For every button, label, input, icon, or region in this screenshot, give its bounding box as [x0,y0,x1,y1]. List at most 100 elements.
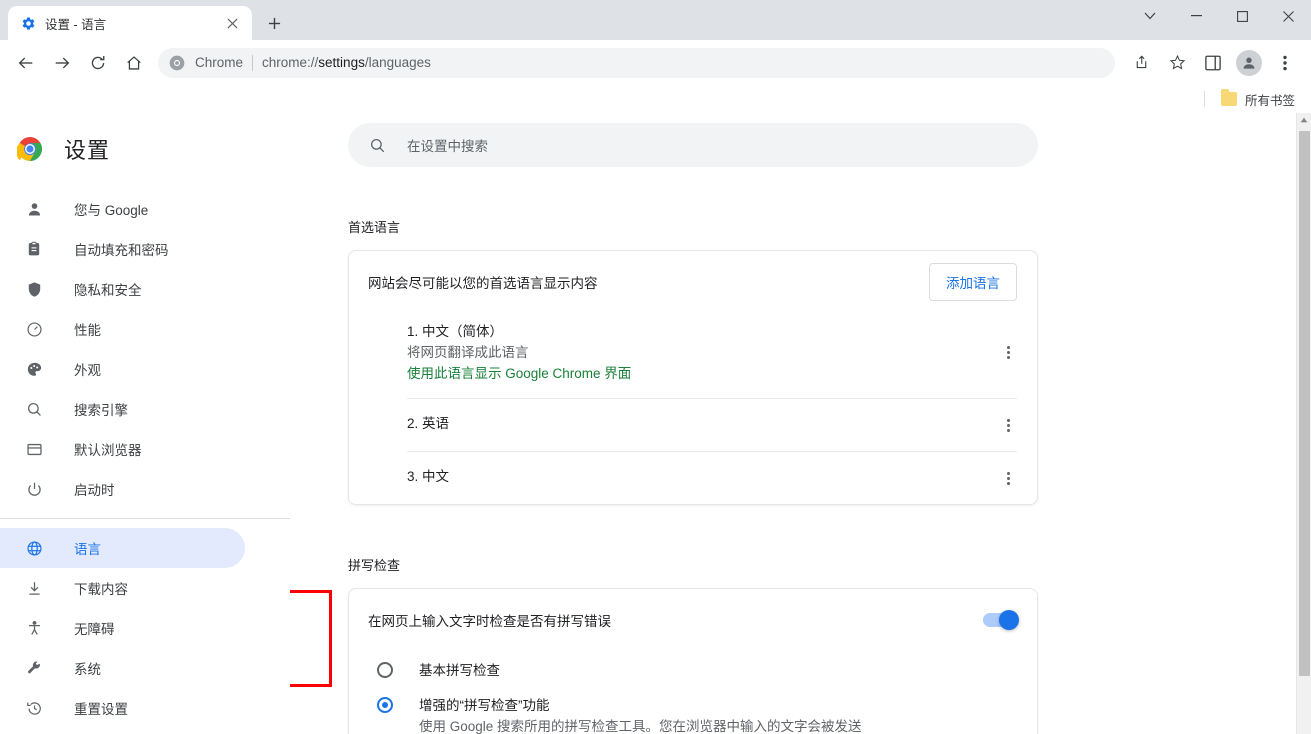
bookmarks-bar: 所有书签 [0,85,1311,113]
sidebar-item-label: 隐私和安全 [74,283,142,298]
search-icon [367,135,387,155]
restore-icon [24,698,44,718]
star-icon[interactable] [1161,47,1193,79]
spellcheck-toggle-label: 在网页上输入文字时检查是否有拼写错误 [368,614,611,629]
three-dot-menu-icon[interactable] [996,413,1020,437]
shield-icon [24,279,44,299]
list-item[interactable]: 1. 中文（简体） 将网页翻译成此语言 使用此语言显示 Google Chrom… [407,313,1017,398]
search-placeholder: 在设置中搜索 [407,139,488,154]
scrollbar-thumb[interactable] [1299,131,1310,676]
language-info: 1. 中文（简体） 将网页翻译成此语言 使用此语言显示 Google Chrom… [407,321,996,384]
forward-icon[interactable] [46,47,78,79]
sidebar-item-label: 您与 Google [74,203,149,218]
settings-brand: 设置 [0,121,290,177]
tab-title: 设置 - 语言 [45,17,107,32]
avatar[interactable] [1233,47,1265,79]
sidebar-item-label: 无障碍 [74,622,115,637]
sidebar-item-downloads[interactable]: 下载内容 [0,568,245,608]
sidebar-item-label: 重置设置 [74,702,128,717]
bookmarks-separator [1203,91,1205,107]
three-dot-menu-icon[interactable] [1269,47,1301,79]
address-bar[interactable]: Chrome chrome://settings/languages [158,47,1115,78]
language-name: 2. 英语 [407,416,450,431]
settings-gear-icon [20,15,36,31]
three-dot-menu-icon[interactable] [996,466,1020,490]
radio-button[interactable] [377,697,393,713]
sidebar-item-languages[interactable]: 语言 [0,528,245,568]
window-maximize-button[interactable] [1219,0,1265,32]
home-icon[interactable] [118,47,150,79]
accessibility-icon [24,618,44,638]
folder-icon [1220,89,1237,106]
settings-sidebar: 设置 您与 Google 自动填充和密码 隐私和安全 性能 外观 搜索引擎 默认… [0,113,290,734]
browser-toolbar: Chrome chrome://settings/languages [0,40,1311,85]
chrome-logo-icon [16,136,43,162]
url-prefix: chrome:// [262,55,319,70]
tab-close-button[interactable] [222,13,242,33]
radio-button[interactable] [377,662,393,678]
settings-page: 设置 您与 Google 自动填充和密码 隐私和安全 性能 外观 搜索引擎 默认… [0,113,1311,734]
preferred-languages-description: 网站会尽可能以您的首选语言显示内容 [368,276,598,291]
reload-icon[interactable] [82,47,114,79]
spellcheck-toggle[interactable] [983,610,1019,630]
wrench-icon [24,658,44,678]
sidebar-item-label: 启动时 [74,483,115,498]
sidebar-item-accessibility[interactable]: 无障碍 [0,608,245,648]
clipboard-icon [24,239,44,259]
search-input[interactable]: 在设置中搜索 [348,123,1038,167]
section-title-spellcheck: 拼写检查 [348,558,401,573]
list-item[interactable]: 2. 英语 [407,398,1017,451]
window-controls [1127,0,1311,32]
three-dot-menu-icon[interactable] [996,341,1020,365]
sidebar-item-label: 自动填充和密码 [74,243,169,258]
sidebar-item-label: 系统 [74,662,101,677]
sidebar-item-label: 搜索引擎 [74,403,128,418]
sidebar-item-you-and-google[interactable]: 您与 Google [0,189,245,229]
sidebar-item-search-engine[interactable]: 搜索引擎 [0,389,245,429]
person-icon [24,199,44,219]
download-icon [24,578,44,598]
spellcheck-toggle-row[interactable]: 在网页上输入文字时检查是否有拼写错误 [349,589,1037,651]
sidebar-item-label: 语言 [74,542,101,557]
sidebar-item-performance[interactable]: 性能 [0,309,245,349]
list-item[interactable]: 3. 中文 [407,451,1017,504]
side-panel-icon[interactable] [1197,47,1229,79]
add-language-button[interactable]: 添加语言 [929,263,1017,301]
sidebar-item-appearance[interactable]: 外观 [0,349,245,389]
sidebar-divider [0,518,290,519]
annotation-highlight-box [290,590,332,687]
sidebar-item-reset-settings[interactable]: 重置设置 [0,688,245,728]
sidebar-item-privacy-security[interactable]: 隐私和安全 [0,269,245,309]
search-icon [24,399,44,419]
toggle-knob [999,610,1019,630]
sidebar-item-autofill-passwords[interactable]: 自动填充和密码 [0,229,245,269]
radio-content: 增强的“拼写检查”功能 使用 Google 搜索所用的拼写检查工具。您在浏览器中… [419,695,871,734]
radio-description: 使用 Google 搜索所用的拼写检查工具。您在浏览器中输入的文字会被发送给 G… [419,719,862,734]
sidebar-item-on-startup[interactable]: 启动时 [0,469,245,509]
globe-icon [24,538,44,558]
sidebar-item-label: 性能 [74,323,101,338]
radio-content: 基本拼写检查 [419,660,500,681]
radio-label: 增强的“拼写检查”功能 [419,698,550,713]
browser-tab[interactable]: 设置 - 语言 [8,6,252,40]
url-suffix: /languages [364,55,431,70]
scroll-up-arrow-icon[interactable] [1297,113,1311,127]
sidebar-item-label: 下载内容 [74,582,128,597]
radio-option-enhanced[interactable]: 增强的“拼写检查”功能 使用 Google 搜索所用的拼写检查工具。您在浏览器中… [377,688,1017,734]
sidebar-item-default-browser[interactable]: 默认浏览器 [0,429,245,469]
sidebar-item-label: 默认浏览器 [74,443,142,458]
url-highlight: settings [318,55,365,70]
radio-option-basic[interactable]: 基本拼写检查 [377,653,1017,688]
vertical-scrollbar[interactable] [1296,113,1311,734]
speedometer-icon [24,319,44,339]
language-ui-link[interactable]: 使用此语言显示 Google Chrome 界面 [407,363,996,384]
back-icon[interactable] [10,47,42,79]
all-bookmarks-button[interactable]: 所有书签 [1215,88,1301,111]
window-close-button[interactable] [1265,0,1311,32]
palette-icon [24,359,44,379]
sidebar-item-system[interactable]: 系统 [0,648,245,688]
window-minimize-button[interactable] [1173,0,1219,32]
new-tab-button[interactable] [260,9,288,37]
share-icon[interactable] [1125,47,1157,79]
tab-search-chevron-down-icon[interactable] [1127,0,1173,32]
